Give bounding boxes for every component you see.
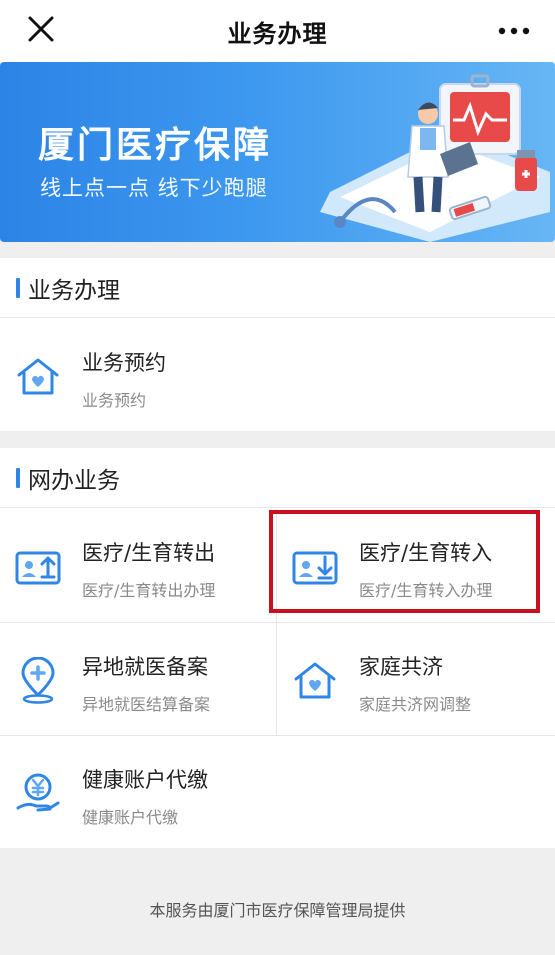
section-header: 网办业务 — [0, 448, 555, 508]
section-title: 业务办理 — [28, 277, 120, 304]
section-business: 业务办理 业务预约 业务预约 — [0, 258, 555, 431]
card-upload-icon — [15, 551, 61, 585]
section-title: 网办业务 — [28, 467, 120, 494]
item-title: 业务预约 — [82, 351, 166, 375]
more-icon[interactable] — [497, 21, 531, 41]
item-subtitle: 家庭共济网调整 — [359, 695, 472, 714]
item-subtitle: 业务预约 — [82, 391, 147, 410]
item-appointment[interactable]: 业务预约 业务预约 — [0, 319, 555, 431]
section-online: 网办业务 医疗/生育转出 医疗/生育转出办理 医疗/生育转入 医疗/生育转入办理 — [0, 448, 555, 848]
banner-subtitle: 线上点一点 线下少跑腿 — [40, 176, 268, 200]
item-subtitle: 健康账户代缴 — [82, 808, 179, 827]
location-plus-icon — [21, 657, 55, 704]
house-heart-icon — [294, 662, 336, 699]
house-heart-icon — [17, 358, 59, 395]
item-remote-filing[interactable]: 异地就医备案 异地就医结算备案 — [0, 623, 276, 735]
promo-banner[interactable]: 厦门医疗保障 线上点一点 线下少跑腿 — [0, 62, 555, 242]
page-title: 业务办理 — [227, 19, 328, 48]
item-subtitle: 医疗/生育转出办理 — [82, 581, 216, 600]
item-health-account[interactable]: 健康账户代缴 健康账户代缴 — [0, 736, 555, 848]
close-icon[interactable] — [26, 14, 56, 44]
item-title: 健康账户代缴 — [82, 768, 208, 792]
medical-illustration-icon — [320, 74, 550, 242]
item-title: 医疗/生育转出 — [82, 541, 216, 565]
section-header: 业务办理 — [0, 258, 555, 318]
item-family-aid[interactable]: 家庭共济 家庭共济网调整 — [277, 623, 555, 735]
highlight-box — [269, 510, 540, 613]
item-transfer-out[interactable]: 医疗/生育转出 医疗/生育转出办理 — [0, 509, 276, 621]
banner-title: 厦门医疗保障 — [38, 125, 273, 166]
item-subtitle: 异地就医结算备案 — [82, 695, 211, 714]
top-bar: 业务办理 — [0, 0, 555, 62]
yuan-hand-icon — [16, 773, 60, 812]
footer-note: 本服务由厦门市医疗保障管理局提供 — [149, 901, 406, 920]
item-title: 异地就医备案 — [82, 655, 208, 679]
item-title: 家庭共济 — [359, 655, 443, 679]
